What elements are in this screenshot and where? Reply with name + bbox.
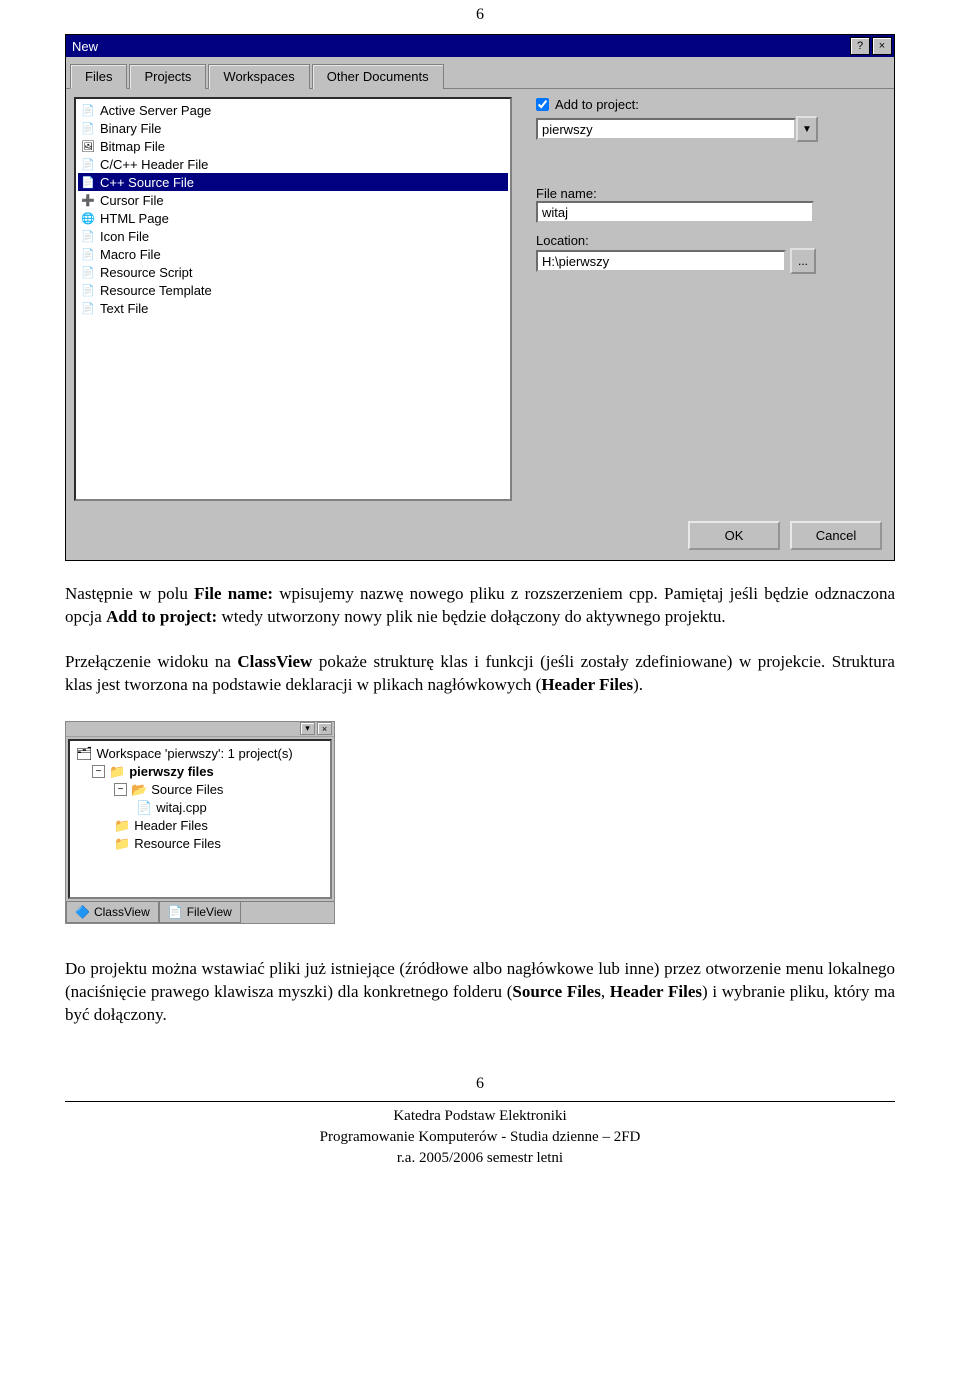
add-to-project-checkbox[interactable]: Add to project:	[536, 97, 886, 112]
tab-projects[interactable]: Projects	[129, 64, 206, 89]
page-number-top: 6	[65, 0, 895, 30]
filetype-item: 📄C/C++ Header File	[78, 155, 508, 173]
filetype-item: 📄Icon File	[78, 227, 508, 245]
folder-icon: 📂	[131, 782, 147, 798]
filetype-item: ➕Cursor File	[78, 191, 508, 209]
paragraph-3: Do projektu można wstawiać pliki już ist…	[65, 958, 895, 1027]
project-icon: 📁	[109, 764, 125, 780]
file-icon: 📄	[80, 102, 96, 118]
add-to-project-label: Add to project:	[555, 97, 639, 112]
filetype-item: 📄Resource Script	[78, 263, 508, 281]
filetype-item: 📄Resource Template	[78, 281, 508, 299]
fileview-icon: 📄	[168, 905, 183, 919]
folder-icon: 📁	[114, 818, 130, 834]
tab-fileview[interactable]: 📄FileView	[159, 902, 241, 923]
close-icon[interactable]: ×	[872, 37, 892, 55]
dialog-title: New	[72, 39, 98, 54]
tab-workspaces[interactable]: Workspaces	[208, 64, 309, 89]
file-icon: 📄	[80, 246, 96, 262]
panel-min-icon[interactable]: ▾	[300, 722, 315, 735]
page-footer: 6 Katedra Podstaw Elektroniki Programowa…	[65, 1067, 895, 1169]
new-dialog: New ? × Files Projects Workspaces Other …	[65, 34, 895, 561]
collapse-icon[interactable]: −	[114, 783, 127, 796]
file-icon: 🖼	[80, 138, 96, 154]
add-to-project-check[interactable]	[536, 98, 549, 111]
file-icon: 📄	[80, 282, 96, 298]
file-icon: 🌐	[80, 210, 96, 226]
fileview-panel: ▾ × 🗂Workspace 'pierwszy': 1 project(s) …	[65, 721, 335, 924]
filetype-item: 📄Binary File	[78, 119, 508, 137]
tab-bar: Files Projects Workspaces Other Document…	[66, 57, 894, 89]
filetype-item: 📄Active Server Page	[78, 101, 508, 119]
file-icon: 📄	[80, 174, 96, 190]
file-icon: 📄	[80, 300, 96, 316]
file-icon: 📄	[80, 264, 96, 280]
file-icon: 📄	[80, 228, 96, 244]
filetype-item: 📄Text File	[78, 299, 508, 317]
title-bar: New ? ×	[66, 35, 894, 57]
workspace-icon: 🗂	[76, 746, 93, 762]
filetype-item-selected: 📄C++ Source File	[78, 173, 508, 191]
cancel-button[interactable]: Cancel	[790, 521, 882, 550]
file-icon: 📄	[80, 120, 96, 136]
filetype-item: 🌐HTML Page	[78, 209, 508, 227]
project-combo[interactable]	[536, 118, 796, 140]
fileview-tree[interactable]: 🗂Workspace 'pierwszy': 1 project(s) −📁pi…	[68, 739, 332, 899]
filetype-item: 📄Macro File	[78, 245, 508, 263]
file-name-input[interactable]	[536, 201, 814, 223]
panel-close-icon[interactable]: ×	[317, 722, 332, 735]
file-icon: 📄	[136, 800, 152, 816]
location-label: Location:	[536, 233, 886, 248]
folder-icon: 📁	[114, 836, 130, 852]
paragraph-2: Przełączenie widoku na ClassView pokaże …	[65, 651, 895, 697]
footer-rule	[65, 1101, 895, 1102]
page-number-bottom: 6	[65, 1067, 895, 1101]
classview-icon: 🔷	[75, 905, 90, 919]
tab-files[interactable]: Files	[70, 64, 127, 89]
file-type-list[interactable]: 📄Active Server Page 📄Binary File 🖼Bitmap…	[74, 97, 512, 501]
file-icon: 📄	[80, 156, 96, 172]
help-icon[interactable]: ?	[850, 37, 870, 55]
ok-button[interactable]: OK	[688, 521, 780, 550]
file-icon: ➕	[80, 192, 96, 208]
paragraph-1: Następnie w polu File name: wpisujemy na…	[65, 583, 895, 629]
tab-other-documents[interactable]: Other Documents	[312, 64, 444, 89]
filetype-item: 🖼Bitmap File	[78, 137, 508, 155]
collapse-icon[interactable]: −	[92, 765, 105, 778]
file-name-label: File name:	[536, 186, 886, 201]
browse-button[interactable]: ...	[790, 248, 816, 274]
tab-classview[interactable]: 🔷ClassView	[66, 902, 159, 923]
chevron-down-icon[interactable]: ▼	[796, 116, 818, 142]
location-input[interactable]	[536, 250, 786, 272]
